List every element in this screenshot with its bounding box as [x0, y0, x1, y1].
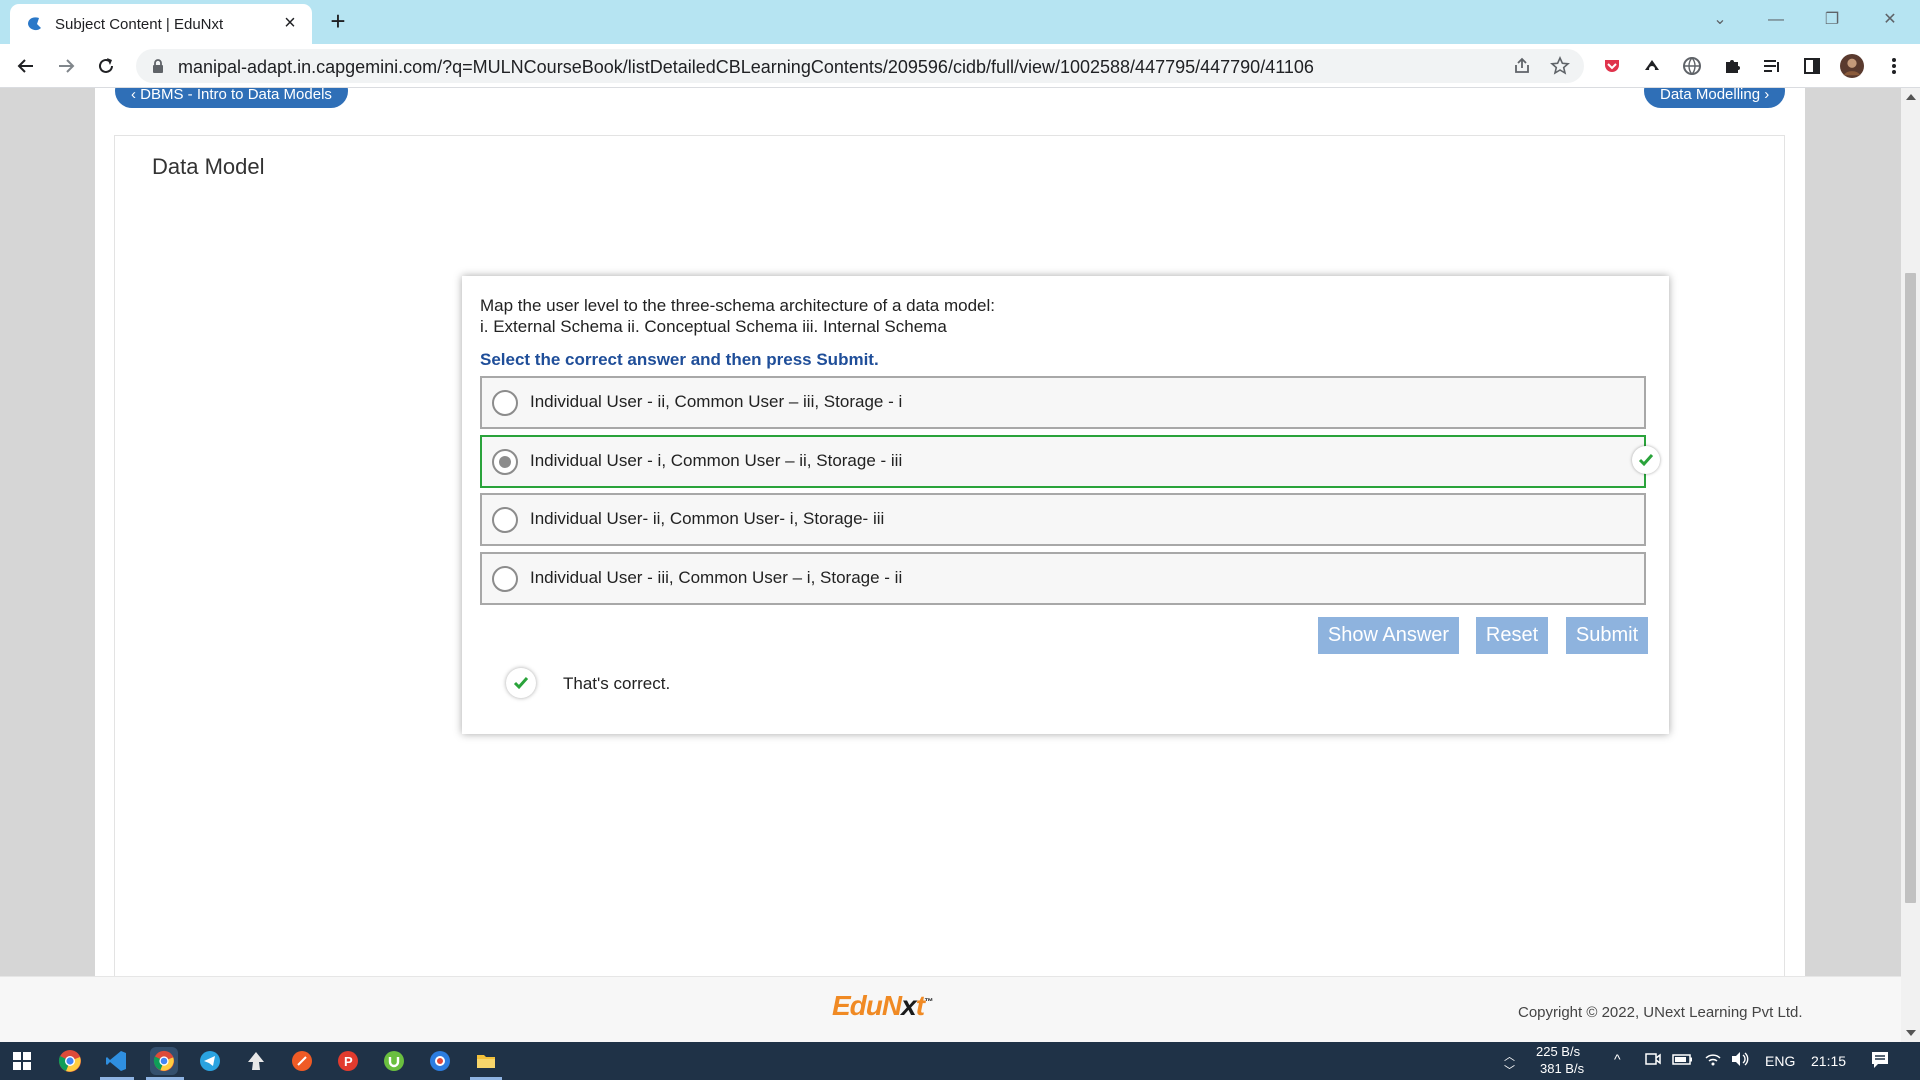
instruction-text: Select the correct answer and then press…	[480, 350, 879, 369]
minimize-icon[interactable]: —	[1756, 6, 1796, 34]
answer-option-4[interactable]: Individual User - iii, Common User – i, …	[480, 552, 1646, 605]
restore-icon[interactable]: ❐	[1812, 6, 1852, 34]
option-label: Individual User - ii, Common User – iii,…	[530, 392, 903, 411]
postman-taskbar-icon[interactable]	[288, 1047, 316, 1075]
network-download-speed: 381 B/s	[1540, 1061, 1585, 1076]
close-window-icon[interactable]: ✕	[1870, 6, 1910, 34]
option-label: Individual User - iii, Common User – i, …	[530, 568, 903, 587]
scroll-down-icon[interactable]	[1906, 1030, 1916, 1036]
new-tab-icon[interactable]: +	[324, 8, 352, 36]
windows-start-icon[interactable]	[8, 1047, 36, 1075]
utorrent-taskbar-icon[interactable]	[380, 1047, 408, 1075]
share-icon[interactable]	[1512, 56, 1532, 76]
panel-title: Data Model	[152, 154, 265, 179]
browser-taskbar-icon[interactable]	[426, 1047, 454, 1075]
tab-title: Subject Content | EduNxt	[55, 16, 224, 33]
edunxt-logo: EduNxt™	[832, 990, 933, 1021]
question-text: Map the user level to the three-schema a…	[480, 295, 995, 337]
feedback-text: That's correct.	[563, 674, 671, 693]
meet-now-icon[interactable]	[1644, 1050, 1662, 1071]
network-upload-speed: 225 B/s	[1536, 1044, 1581, 1059]
battery-icon[interactable]	[1672, 1050, 1694, 1071]
correct-check-icon	[1632, 446, 1660, 474]
windows-taskbar: P ︿ ﹀ 225 B/s 381 B/s ^ ENG 21:15	[0, 1042, 1920, 1080]
pocket-extension-icon[interactable]	[1600, 54, 1624, 78]
answer-option-2[interactable]: Individual User - i, Common User – ii, S…	[480, 435, 1660, 488]
feedback-check-icon	[506, 668, 536, 698]
page-footer: EduNxt™ Copyright © 2022, UNext Learning…	[0, 976, 1901, 1042]
extension-icon[interactable]	[1640, 54, 1664, 78]
submit-button[interactable]: Submit	[1566, 617, 1648, 654]
prev-topic-link[interactable]: ‹ DBMS - Intro to Data Models	[115, 88, 348, 108]
network-down-arrow-icon: ﹀	[1504, 1065, 1515, 1077]
address-bar[interactable]: manipal-adapt.in.capgemini.com/?q=MULNCo…	[136, 49, 1584, 83]
answer-option-1[interactable]: Individual User - ii, Common User – iii,…	[480, 376, 1646, 429]
volume-icon[interactable]	[1730, 1050, 1750, 1071]
svg-text:P: P	[344, 1054, 353, 1069]
main-content: ‹ DBMS - Intro to Data Models Data Model…	[95, 88, 1805, 1042]
browser-toolbar: manipal-adapt.in.capgemini.com/?q=MULNCo…	[0, 44, 1920, 88]
radio-button[interactable]	[492, 566, 518, 592]
globe-extension-icon[interactable]	[1680, 54, 1704, 78]
file-explorer-taskbar-icon[interactable]	[472, 1047, 500, 1075]
puzzle-extensions-icon[interactable]	[1720, 54, 1744, 78]
answer-option-3[interactable]: Individual User- ii, Common User- i, Sto…	[480, 493, 1646, 546]
copyright-text: Copyright © 2022, UNext Learning Pvt Ltd…	[1518, 1004, 1803, 1021]
url-text: manipal-adapt.in.capgemini.com/?q=MULNCo…	[178, 57, 1314, 77]
pdf-taskbar-icon[interactable]: P	[334, 1047, 362, 1075]
reload-icon[interactable]	[90, 50, 122, 82]
question-line-2: i. External Schema ii. Conceptual Schema…	[480, 317, 947, 336]
close-tab-icon[interactable]: ×	[278, 11, 302, 35]
edunxt-favicon-icon	[28, 17, 41, 31]
vscode-taskbar-icon[interactable]	[102, 1047, 130, 1075]
chrome-taskbar-icon[interactable]	[56, 1047, 84, 1075]
wifi-icon[interactable]	[1704, 1050, 1722, 1071]
scroll-up-icon[interactable]	[1906, 94, 1916, 100]
scroll-thumb[interactable]	[1905, 273, 1916, 903]
side-panel-icon[interactable]	[1800, 54, 1824, 78]
show-hidden-icons-icon[interactable]: ^	[1614, 1051, 1621, 1067]
inkscape-taskbar-icon[interactable]	[242, 1047, 270, 1075]
show-answer-button[interactable]: Show Answer	[1318, 617, 1459, 654]
next-topic-link[interactable]: Data Modelling ›	[1644, 88, 1786, 108]
telegram-taskbar-icon[interactable]	[196, 1047, 224, 1075]
page-viewport: ‹ DBMS - Intro to Data Models Data Model…	[0, 88, 1901, 1042]
chrome-active-taskbar-icon[interactable]	[150, 1047, 178, 1075]
lock-icon	[153, 59, 163, 73]
quiz-card: Map the user level to the three-schema a…	[462, 276, 1669, 734]
content-panel: Data Model Map the user level to the thr…	[114, 135, 1785, 1042]
clock[interactable]: 21:15	[1811, 1053, 1846, 1069]
reset-button[interactable]: Reset	[1476, 617, 1548, 654]
language-indicator[interactable]: ENG	[1765, 1053, 1795, 1069]
reading-list-icon[interactable]	[1760, 54, 1784, 78]
back-icon[interactable]	[10, 50, 42, 82]
radio-button-selected[interactable]	[492, 449, 518, 475]
option-label: Individual User- ii, Common User- i, Sto…	[530, 509, 885, 528]
browser-tabstrip: Subject Content | EduNxt × + ⌄ — ❐ ✕	[0, 0, 1920, 44]
radio-button[interactable]	[492, 507, 518, 533]
question-line-1: Map the user level to the three-schema a…	[480, 296, 995, 315]
notifications-icon[interactable]	[1870, 1050, 1890, 1073]
profile-avatar[interactable]	[1840, 54, 1864, 78]
chrome-menu-icon[interactable]	[1882, 54, 1906, 78]
page-scrollbar[interactable]	[1901, 88, 1920, 1042]
forward-icon[interactable]	[50, 50, 82, 82]
option-label: Individual User - i, Common User – ii, S…	[530, 451, 903, 470]
radio-button[interactable]	[492, 390, 518, 416]
bookmark-star-icon[interactable]	[1550, 56, 1570, 76]
tab-search-icon[interactable]: ⌄	[1700, 6, 1740, 34]
browser-tab[interactable]: Subject Content | EduNxt ×	[10, 4, 312, 44]
